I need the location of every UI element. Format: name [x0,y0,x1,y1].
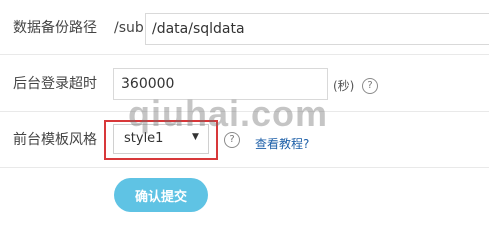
backup-path-prefix: /sub [114,20,144,36]
divider [0,167,489,168]
backup-path-label: 数据备份路径 [13,20,97,36]
backup-path-input[interactable] [145,13,489,45]
login-timeout-label: 后台登录超时 [13,76,97,92]
submit-button[interactable]: 确认提交 [114,178,208,212]
question-circle-icon[interactable]: ? [362,78,378,94]
template-style-row: 前台模板风格 style1 ▼ ? 查看教程? [0,111,489,167]
template-style-label: 前台模板风格 [13,132,97,148]
login-timeout-row: 后台登录超时 (秒) ? [0,54,489,111]
timeout-unit: (秒) [333,79,355,93]
backup-path-row: 数据备份路径 /sub [0,0,489,54]
login-timeout-input[interactable] [113,68,328,100]
tutorial-link[interactable]: 查看教程? [255,135,309,152]
highlight-box [104,120,218,160]
question-circle-icon[interactable]: ? [224,132,240,148]
